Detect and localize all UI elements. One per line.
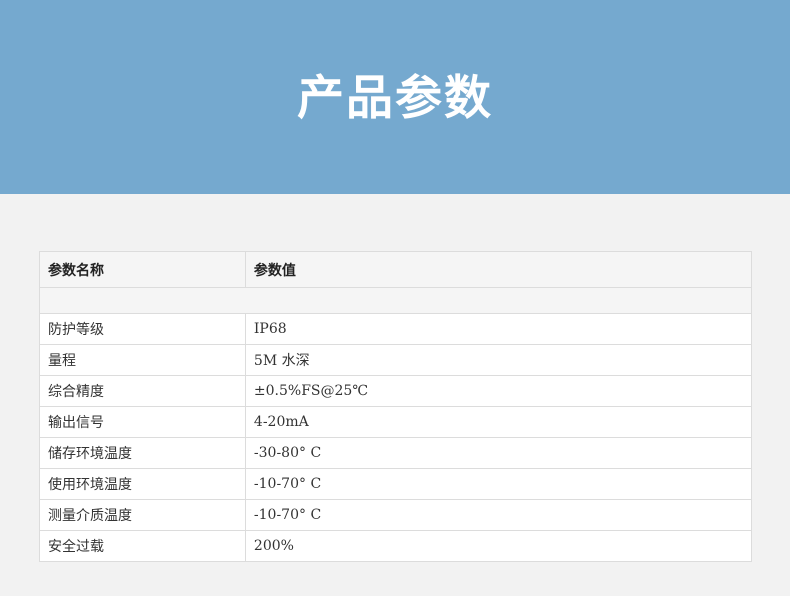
spec-table: 参数名称 参数值 防护等级 IP68 量程 5M 水深 综合精度 ±0.5%FS…	[39, 251, 753, 562]
table-row: 安全过载 200%	[39, 530, 753, 562]
table-row: 测量介质温度 -10-70° C	[39, 499, 753, 531]
table-row: 防护等级 IP68	[39, 313, 753, 345]
param-value-cell: -30-80° C	[244, 437, 753, 469]
table-header-row: 参数名称 参数值	[39, 251, 753, 288]
param-name-cell: 输出信号	[39, 406, 246, 438]
column-header-value: 参数值	[244, 251, 753, 288]
param-name-cell: 测量介质温度	[39, 499, 246, 531]
param-value-cell: ±0.5%FS@25℃	[244, 375, 753, 407]
table-row: 储存环境温度 -30-80° C	[39, 437, 753, 469]
param-value-cell: 5M 水深	[244, 344, 753, 376]
param-value-cell: -10-70° C	[244, 499, 753, 531]
param-name-cell: 综合精度	[39, 375, 246, 407]
param-name-cell: 防护等级	[39, 313, 246, 345]
table-row: 输出信号 4-20mA	[39, 406, 753, 438]
param-value-cell: 4-20mA	[244, 406, 753, 438]
table-row: 量程 5M 水深	[39, 344, 753, 376]
param-name-cell: 使用环境温度	[39, 468, 246, 500]
column-header-name: 参数名称	[39, 251, 246, 288]
param-name-cell: 安全过载	[39, 530, 246, 562]
param-value-cell: -10-70° C	[244, 468, 753, 500]
table-row: 综合精度 ±0.5%FS@25℃	[39, 375, 753, 407]
param-value-cell: 200%	[244, 530, 753, 562]
param-name-cell: 量程	[39, 344, 246, 376]
table-row: 使用环境温度 -10-70° C	[39, 468, 753, 500]
param-value-cell: IP68	[244, 313, 753, 345]
header-banner: 产品参数	[0, 0, 790, 194]
table-spacer-row	[39, 287, 752, 314]
spacer-cell	[39, 287, 752, 314]
page-title: 产品参数	[297, 71, 493, 126]
param-name-cell: 储存环境温度	[39, 437, 246, 469]
